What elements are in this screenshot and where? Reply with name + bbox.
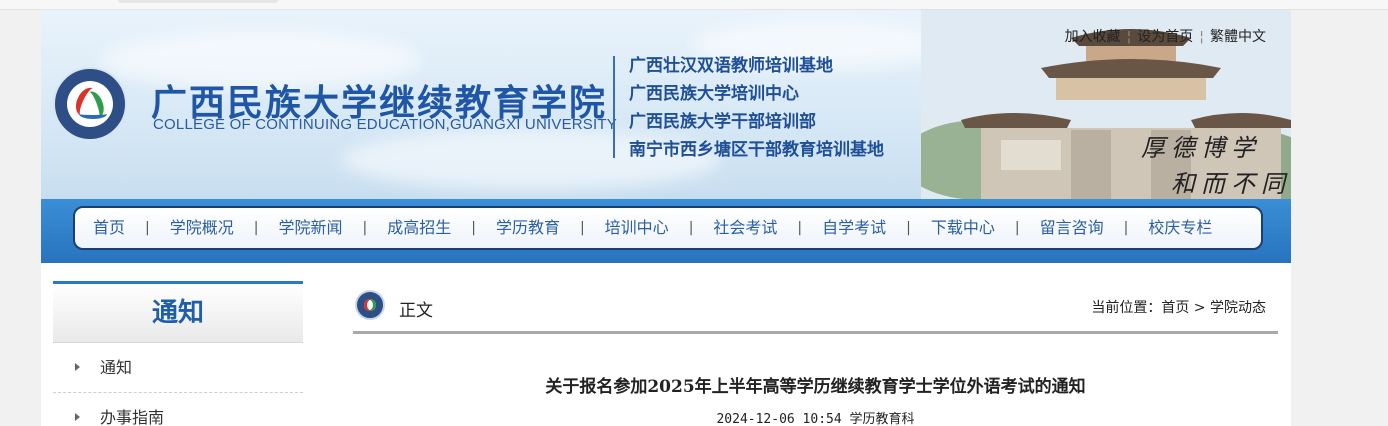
browser-top-strip: [0, 0, 1388, 10]
nav-item-self-study-exams[interactable]: 自学考试 |: [822, 208, 931, 248]
school-name-en: COLLEGE OF CONTINUING EDUCATION,GUANGXI …: [153, 116, 617, 133]
nav-item-news[interactable]: 学院新闻 |: [278, 208, 387, 248]
header-banner: 广西民族大学继续教育学院 COLLEGE OF CONTINUING EDUCA…: [41, 10, 1291, 199]
content-header: 正文 当前位置：首页 > 学院动态: [353, 284, 1278, 334]
training-base-item: 广西壮汉双语教师培训基地: [629, 56, 833, 76]
university-logo-icon: [53, 67, 127, 141]
sidebar-item-notices[interactable]: 通知: [53, 343, 303, 393]
nav-item-social-exams[interactable]: 社会考试 |: [713, 208, 822, 248]
nav-item-messages[interactable]: 留言咨询 |: [1040, 208, 1149, 248]
main-nav: 首页 | 学院概况 | 学院新闻 | 成高招生 | 学历教育 | 培训中心 | 社会考试 | …: [73, 206, 1263, 250]
section-logo-icon: [355, 290, 385, 320]
nav-item-downloads[interactable]: 下载中心 |: [931, 208, 1040, 248]
browser-tab[interactable]: [118, 0, 278, 3]
top-links: 加入收藏 ¦ 设为首页 ¦ 繁體中文: [1064, 29, 1266, 45]
article-meta: 2024-12-06 10:54 学历教育科: [716, 412, 915, 426]
set-homepage-link[interactable]: 设为首页: [1137, 29, 1193, 45]
training-base-item: 广西民族大学干部培训部: [629, 112, 816, 132]
main-nav-bar: 首页 | 学院概况 | 学院新闻 | 成高招生 | 学历教育 | 培训中心 | 社会考试 | …: [41, 199, 1291, 263]
nav-item-anniversary[interactable]: 校庆专栏: [1148, 208, 1212, 248]
add-favorite-link[interactable]: 加入收藏: [1065, 29, 1121, 45]
training-bases-list: 广西壮汉双语教师培训基地 广西民族大学培训中心 广西民族大学干部培训部 南宁市西…: [629, 52, 884, 164]
motto-line-1: 厚德博学: [1141, 134, 1261, 162]
banner-divider: [613, 56, 615, 158]
nav-item-about[interactable]: 学院概况 |: [170, 208, 279, 248]
training-base-item: 广西民族大学培训中心: [629, 84, 799, 104]
nav-item-degree-education[interactable]: 学历教育 |: [496, 208, 605, 248]
page-container: 广西民族大学继续教育学院 COLLEGE OF CONTINUING EDUCA…: [41, 10, 1291, 426]
caret-right-icon: [75, 362, 80, 371]
sidebar-item-guide[interactable]: 办事指南: [53, 393, 303, 426]
main-content: 正文 当前位置：首页 > 学院动态 关于报名参加2025年上半年高等学历继续教育…: [353, 284, 1278, 426]
traditional-chinese-link[interactable]: 繁體中文: [1210, 29, 1266, 45]
nav-item-home[interactable]: 首页 |: [93, 208, 170, 248]
sidebar-title: 通知: [53, 281, 303, 343]
section-title: 正文: [399, 301, 433, 321]
breadcrumb[interactable]: 当前位置：首页 > 学院动态: [1091, 297, 1266, 317]
nav-item-admission[interactable]: 成高招生 |: [387, 208, 496, 248]
caret-right-icon: [75, 412, 80, 421]
article-title: 关于报名参加2025年上半年高等学历继续教育学士学位外语考试的通知: [545, 377, 1086, 397]
training-base-item: 南宁市西乡塘区干部教育培训基地: [629, 140, 884, 160]
sidebar: 通知 通知 办事指南: [53, 281, 303, 426]
nav-item-training[interactable]: 培训中心 |: [605, 208, 714, 248]
motto-line-2: 和而不同: [1171, 170, 1291, 198]
